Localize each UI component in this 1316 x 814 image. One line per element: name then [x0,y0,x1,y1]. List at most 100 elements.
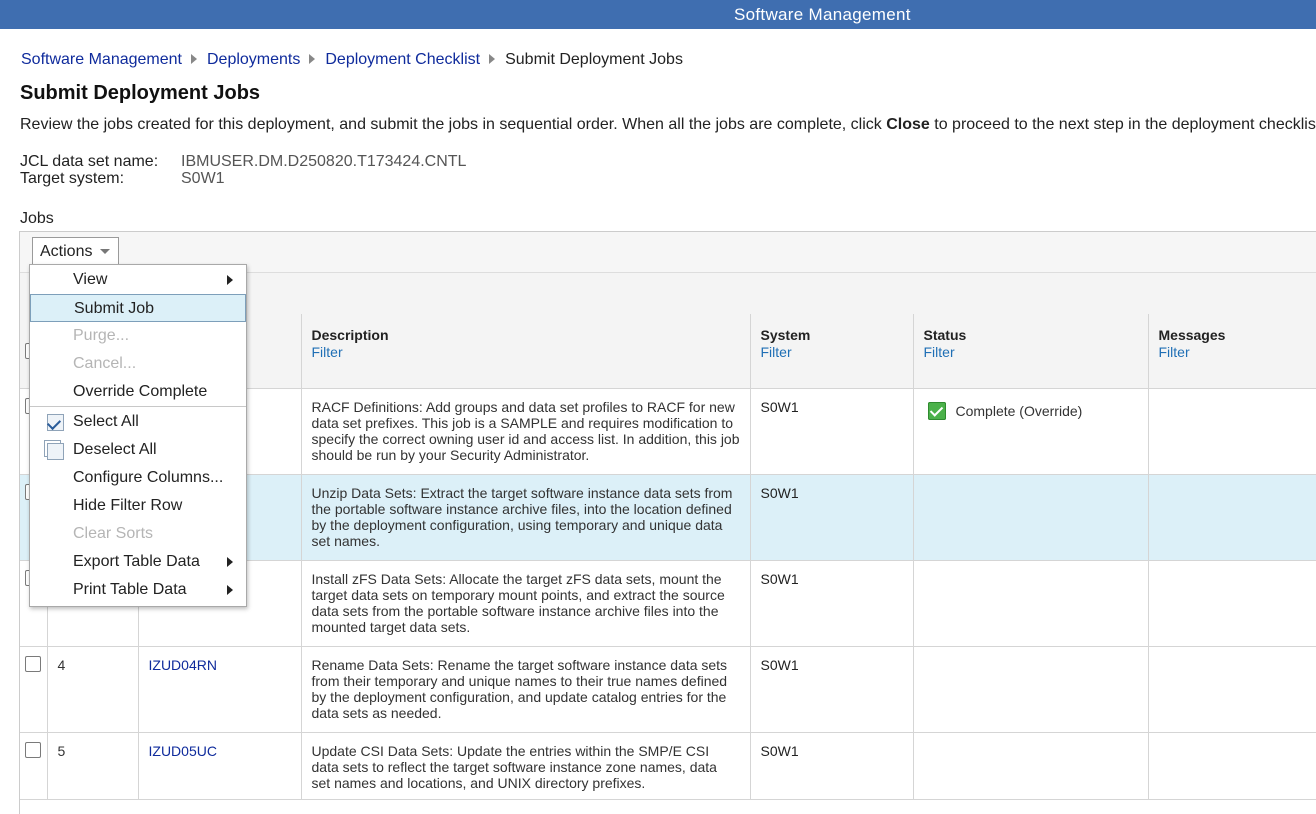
header-messages[interactable]: MessagesFilter [1148,314,1316,389]
submenu-arrow-icon [227,557,233,567]
system-filter-link[interactable]: Filter [761,344,913,360]
breadcrumb-separator-icon [191,54,197,64]
menu-item-configure-columns[interactable]: Configure Columns... [30,464,246,492]
actions-dropdown-menu: View Submit Job Purge... Cancel... Overr… [29,264,247,607]
job-description-cell: Rename Data Sets: Rename the target soft… [301,647,750,733]
job-system-cell: S0W1 [750,389,913,475]
job-description: Unzip Data Sets: Extract the target soft… [302,475,750,549]
menu-item-purge: Purge... [30,322,246,350]
row-select-cell [20,733,47,800]
job-status [914,647,1148,657]
job-description: RACF Definitions: Add groups and data se… [302,389,750,463]
instructions-text-end: to proceed to the next step in the deplo… [930,116,1316,133]
job-status-cell [913,475,1148,561]
job-status-cell [913,733,1148,800]
deselect-all-icon-front [47,443,64,460]
system-column-header[interactable]: System [761,327,913,343]
job-messages [1149,733,1316,743]
menu-item-view[interactable]: View [30,266,246,294]
breadcrumb: Software Management Deployments Deployment… [21,51,683,69]
menu-item-label: Clear Sorts [73,525,153,542]
job-name-cell: IZUD04RN [138,647,301,733]
menu-item-label: Submit Job [74,300,154,317]
job-name-link[interactable]: IZUD05UC [139,733,301,759]
breadcrumb-software-management[interactable]: Software Management [21,51,182,68]
target-system-label: Target system: [20,170,181,187]
job-name-cell: IZUD05UC [138,733,301,800]
target-system-value: S0W1 [181,170,225,187]
job-description-cell: Install zFS Data Sets: Allocate the targ… [301,561,750,647]
job-system: S0W1 [751,733,913,759]
job-name-link[interactable]: IZUD04RN [139,647,301,673]
job-system: S0W1 [751,389,913,415]
instructions-close-keyword: Close [886,116,930,133]
job-status-text: Complete (Override) [956,403,1083,419]
menu-item-hide-filter-row[interactable]: Hide Filter Row [30,492,246,520]
instructions-text-start: Review the jobs created for this deploym… [20,116,886,133]
menu-item-cancel: Cancel... [30,350,246,378]
menu-item-label: Select All [73,413,139,430]
menu-item-label: Purge... [73,327,129,344]
menu-item-label: Deselect All [73,441,157,458]
table-row[interactable]: 5 IZUD05UC Update CSI Data Sets: Update … [20,733,1316,800]
jcl-data-set-value: IBMUSER.DM.D250820.T173424.CNTL [181,153,466,170]
messages-filter-link[interactable]: Filter [1159,344,1316,360]
header-system[interactable]: SystemFilter [750,314,913,389]
job-messages-cell [1148,475,1316,561]
row-checkbox[interactable] [25,742,41,758]
header-status[interactable]: StatusFilter [913,314,1148,389]
menu-item-select-all[interactable]: Select All [30,408,246,436]
menu-item-submit-job[interactable]: Submit Job [30,294,246,322]
menu-item-override-complete[interactable]: Override Complete [30,378,246,406]
job-number: 4 [48,647,138,673]
menu-item-label: View [73,271,107,288]
breadcrumb-deployment-checklist[interactable]: Deployment Checklist [325,51,480,68]
row-select-cell [20,647,47,733]
job-status [914,733,1148,743]
job-status [914,561,1148,571]
complete-check-icon [928,402,946,420]
job-description: Install zFS Data Sets: Allocate the targ… [302,561,750,635]
job-system: S0W1 [751,475,913,501]
job-status: Complete (Override) [914,389,1148,420]
menu-item-export-table-data[interactable]: Export Table Data [30,548,246,576]
job-status [914,475,1148,485]
job-status-cell: Complete (Override) [913,389,1148,475]
breadcrumb-deployments[interactable]: Deployments [207,51,300,68]
job-system-cell: S0W1 [750,647,913,733]
header-description[interactable]: DescriptionFilter [301,314,750,389]
job-description-cell: Unzip Data Sets: Extract the target soft… [301,475,750,561]
jcl-data-set-label: JCL data set name: [20,153,181,170]
job-messages [1149,475,1316,485]
menu-item-label: Override Complete [73,383,207,400]
job-system: S0W1 [751,647,913,673]
job-messages [1149,647,1316,657]
submenu-arrow-icon [227,585,233,595]
app-header-bar: Software Management [0,0,1316,29]
menu-item-label: Print Table Data [73,581,187,598]
messages-column-header[interactable]: Messages [1159,327,1316,343]
menu-item-deselect-all[interactable]: Deselect All [30,436,246,464]
job-number-cell: 4 [47,647,138,733]
status-column-header[interactable]: Status [924,327,1148,343]
description-column-header[interactable]: Description [312,327,750,343]
row-checkbox[interactable] [25,656,41,672]
menu-divider [30,406,246,407]
page-instructions: Review the jobs created for this deploym… [20,116,1316,134]
job-messages-cell [1148,733,1316,800]
table-row[interactable]: 4 IZUD04RN Rename Data Sets: Rename the … [20,647,1316,733]
app-title: Software Management [734,5,911,25]
job-messages [1149,389,1316,399]
job-description-cell: Update CSI Data Sets: Update the entries… [301,733,750,800]
status-filter-link[interactable]: Filter [924,344,1148,360]
description-filter-link[interactable]: Filter [312,344,750,360]
job-number-cell: 5 [47,733,138,800]
chevron-down-icon [100,249,110,254]
menu-item-print-table-data[interactable]: Print Table Data [30,576,246,604]
job-system-cell: S0W1 [750,733,913,800]
job-description: Update CSI Data Sets: Update the entries… [302,733,750,791]
actions-label: Actions [40,243,92,260]
menu-item-label: Export Table Data [73,553,200,570]
job-system-cell: S0W1 [750,561,913,647]
actions-menu-button[interactable]: Actions [32,237,119,267]
